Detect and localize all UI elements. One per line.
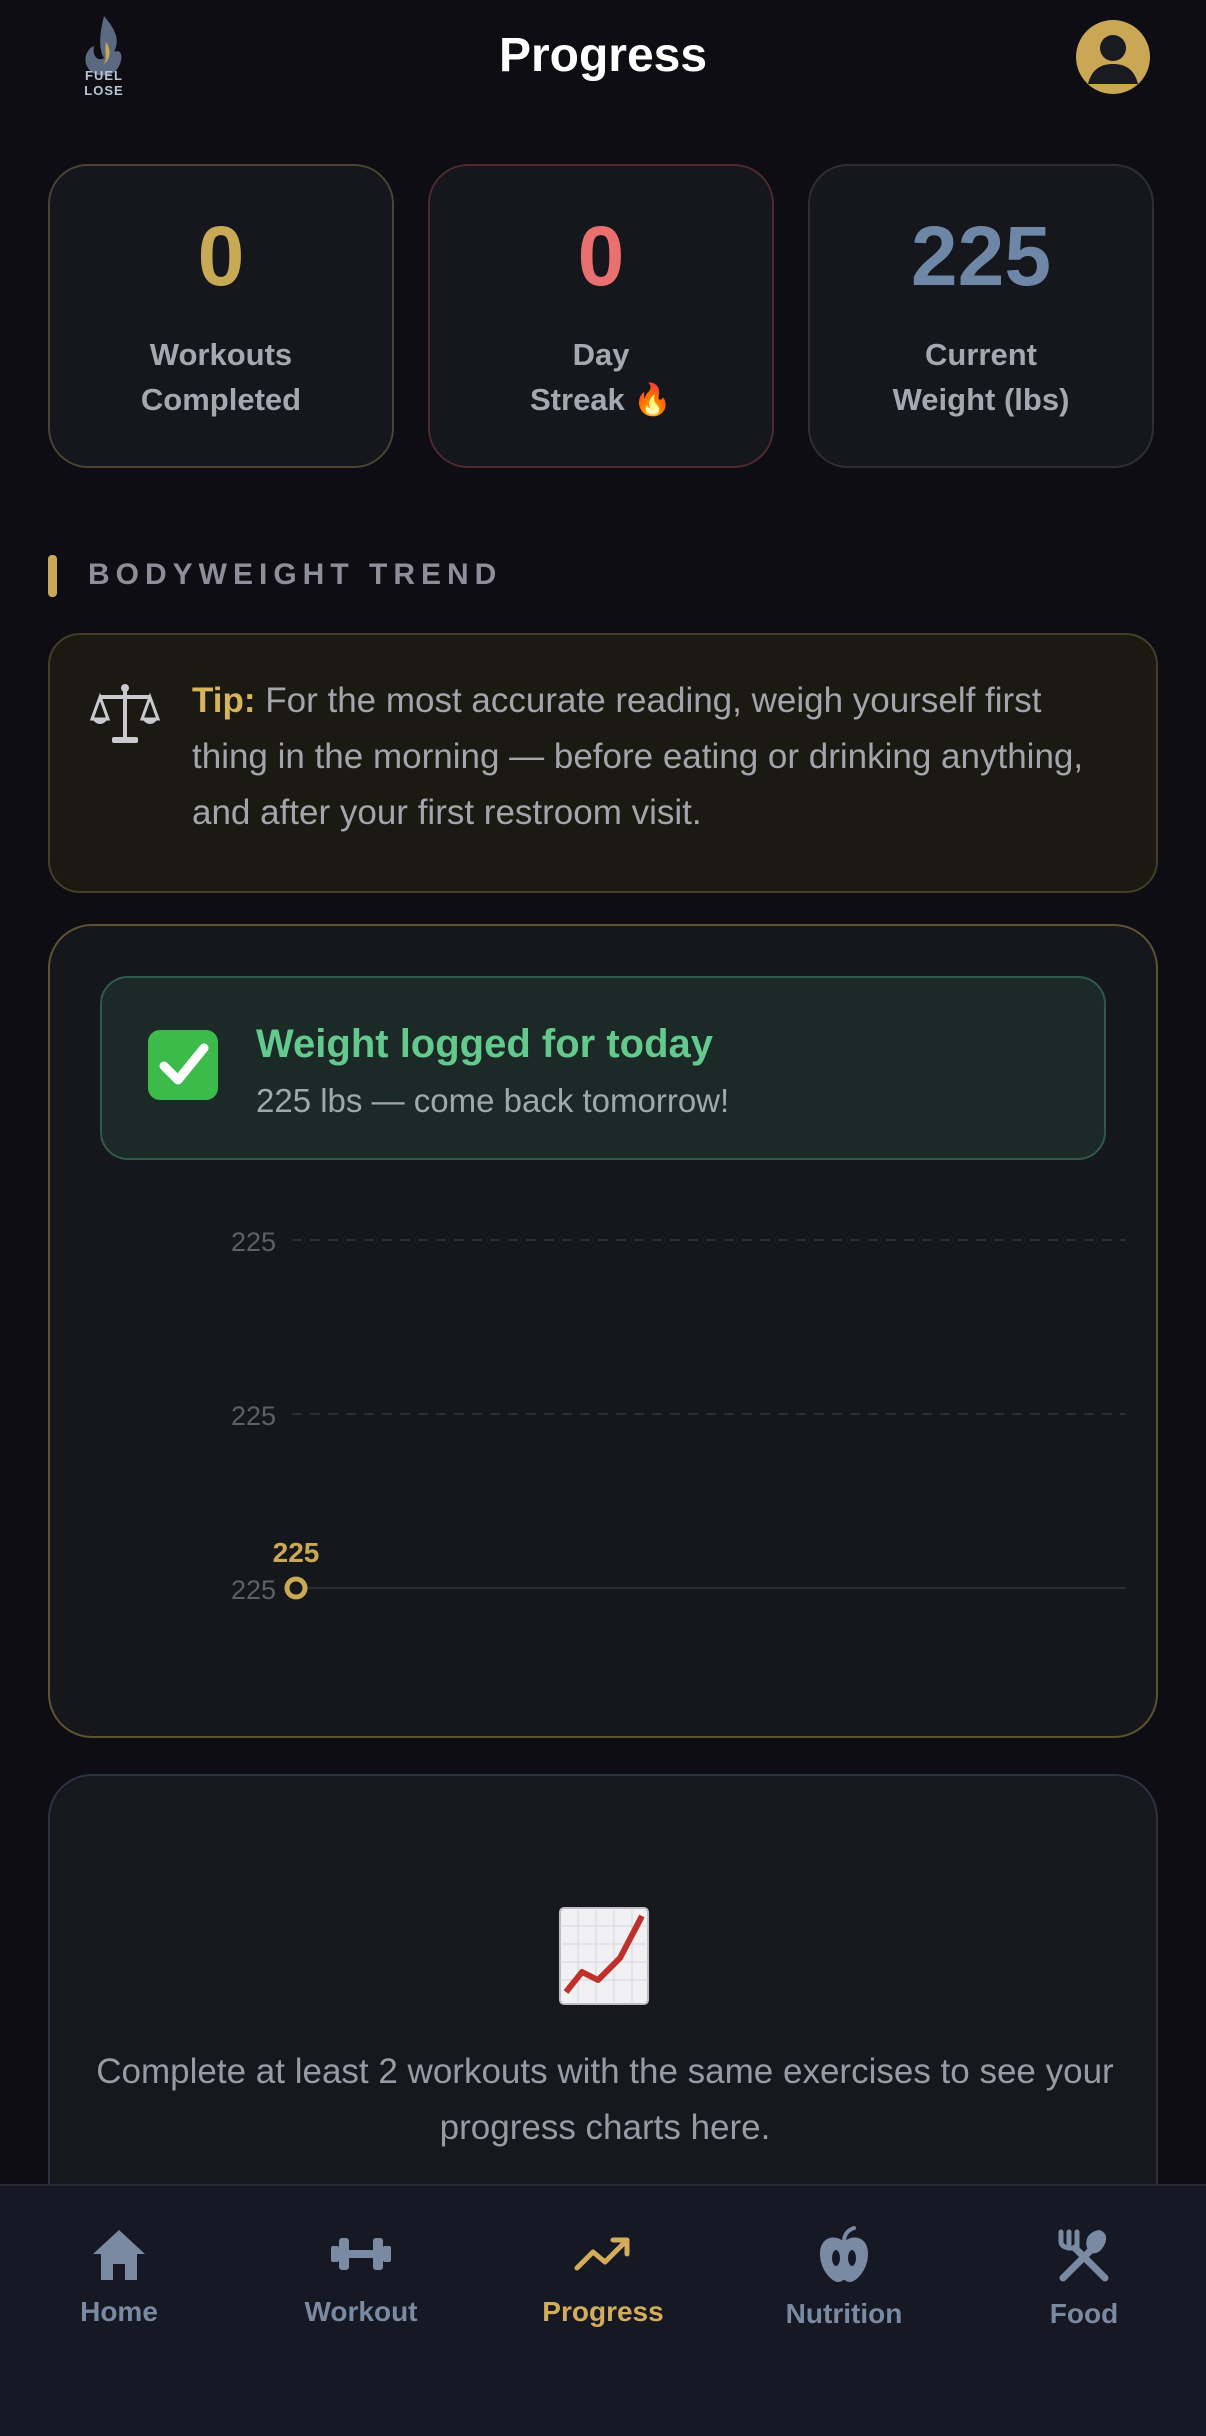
trending-up-icon	[574, 2237, 630, 2271]
stat-label-line: Streak 🔥	[530, 382, 672, 417]
workouts-completed-value: 0	[197, 209, 245, 303]
nav-label: Workout	[304, 2296, 418, 2327]
check-icon	[148, 1030, 218, 1100]
nav-label: Home	[80, 2296, 158, 2327]
weight-logged-banner: Weight logged for today 225 lbs — come b…	[100, 976, 1106, 1160]
workouts-completed-card: 0 Workouts Completed	[48, 164, 394, 468]
nav-label: Progress	[542, 2296, 664, 2327]
y-tick-label: 225	[231, 1401, 276, 1431]
nav-label: Nutrition	[785, 2298, 903, 2329]
dumbbell-icon	[331, 2238, 391, 2270]
bottom-nav: Home Workout Progress Nutrition Food	[0, 2184, 1206, 2436]
nav-item-food[interactable]: Food	[984, 2226, 1184, 2356]
header: FUEL LOSE Progress	[0, 0, 1206, 120]
workouts-completed-label: Workouts Completed	[50, 332, 392, 422]
scale-icon	[89, 679, 161, 749]
weight-logged-title: Weight logged for today	[256, 1022, 714, 1066]
page-title: Progress	[498, 29, 708, 82]
weight-logged-subtitle: 225 lbs — come back tomorrow!	[256, 1082, 730, 1119]
day-streak-label: Day Streak 🔥	[430, 332, 772, 422]
stat-label-line: Current	[925, 337, 1037, 372]
stat-label-line: Workouts	[149, 337, 293, 372]
stat-label-line: Weight (lbs)	[892, 382, 1070, 417]
current-weight-card: 225 Current Weight (lbs)	[808, 164, 1154, 468]
tip-text: Tip: For the most accurate reading, weig…	[192, 673, 1122, 841]
y-tick-label: 225	[231, 1227, 276, 1257]
tip-label: Tip:	[192, 681, 256, 720]
weigh-in-tip: Tip: For the most accurate reading, weig…	[48, 633, 1158, 893]
home-icon	[93, 2230, 145, 2280]
progress-charts-message: Complete at least 2 workouts with the sa…	[96, 2052, 1114, 2147]
nav-item-nutrition[interactable]: Nutrition	[744, 2226, 944, 2356]
chart-increasing-icon	[558, 1906, 650, 2006]
day-streak-card: 0 Day Streak 🔥	[428, 164, 774, 468]
section-accent-bar	[48, 555, 57, 597]
tip-body: For the most accurate reading, weigh you…	[192, 681, 1084, 832]
nav-label: Food	[1049, 2298, 1119, 2329]
current-weight-label: Current Weight (lbs)	[810, 332, 1152, 422]
stat-label-line: Completed	[140, 382, 302, 417]
current-weight-value: 225	[910, 209, 1052, 303]
bodyweight-card: Weight logged for today 225 lbs — come b…	[48, 924, 1158, 1738]
stat-label-line: Day	[572, 337, 630, 372]
data-label: 225	[273, 1537, 320, 1568]
nav-item-workout[interactable]: Workout	[261, 2226, 461, 2356]
nav-item-progress[interactable]: Progress	[503, 2226, 703, 2356]
app-root: FUEL LOSE Progress 0 Workouts Completed …	[0, 0, 1206, 2436]
nav-item-home[interactable]: Home	[19, 2226, 219, 2356]
user-icon	[1088, 35, 1138, 84]
apple-icon	[820, 2226, 868, 2282]
section-title: BODYWEIGHT TREND	[88, 558, 503, 591]
profile-button[interactable]	[1076, 20, 1150, 94]
utensils-icon	[1058, 2229, 1109, 2282]
weight-data-point[interactable]	[284, 1576, 308, 1600]
day-streak-value: 0	[577, 209, 625, 303]
bodyweight-trend-chart: 225 225 225 2256/1	[231, 1227, 1126, 1605]
y-tick-label: 225	[231, 1575, 276, 1605]
